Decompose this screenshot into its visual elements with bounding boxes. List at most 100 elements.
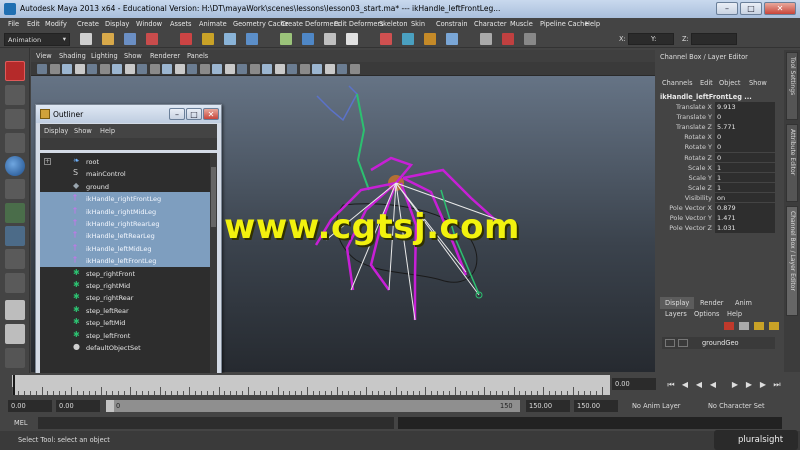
animation-start-field[interactable]: 0.00 [8, 400, 52, 412]
channel-row[interactable]: Pole Vector X 0.879 [657, 203, 775, 213]
selected-object-name[interactable]: ikHandle_leftFrontLeg ... [660, 93, 752, 101]
hypershade-icon[interactable] [502, 33, 514, 45]
step-back-key-icon[interactable]: ◀ [680, 380, 690, 390]
channel-row[interactable]: Scale Z1 [657, 182, 775, 193]
outliner-maximize-button[interactable]: □ [186, 108, 202, 120]
persp-outliner-layout-icon[interactable] [5, 324, 25, 344]
select-object-icon[interactable] [180, 33, 192, 45]
playback-end-field[interactable]: 150.00 [526, 400, 570, 412]
show-hide-panel-icon[interactable] [524, 33, 536, 45]
snap-curve-icon[interactable] [246, 33, 258, 45]
menu-set-dropdown[interactable]: Animation ▾ [4, 33, 70, 46]
play-forwards-icon[interactable]: ▶ [730, 380, 740, 390]
input-ops-icon[interactable] [346, 33, 358, 45]
select-tool-icon[interactable] [5, 61, 25, 81]
outliner-scrollbar[interactable] [210, 153, 217, 375]
channel-row[interactable]: Pole Vector Y 1.471 [657, 213, 775, 223]
channel-menu-object[interactable]: Object [719, 79, 740, 87]
layer-menu-help[interactable]: Help [727, 310, 742, 318]
new-layer-icon[interactable] [724, 322, 734, 330]
channel-row[interactable]: Scale X1 [657, 162, 775, 173]
soft-mod-tool-icon[interactable] [5, 226, 25, 246]
menu-create-deformers[interactable]: Create Deformers [281, 20, 340, 28]
outliner-item[interactable]: SmainControl [40, 167, 210, 179]
channel-menu-show[interactable]: Show [749, 79, 767, 87]
select-hierarchy-icon[interactable] [146, 33, 158, 45]
menu-file[interactable]: File [8, 20, 19, 28]
channel-value[interactable]: 1.031 [715, 223, 775, 233]
outliner-item[interactable]: ✱ step_rightMid [40, 279, 210, 291]
close-button[interactable]: ✕ [764, 2, 796, 15]
channel-value[interactable]: 1 [715, 162, 775, 173]
snap-grid-icon[interactable] [224, 33, 236, 45]
channel-row[interactable]: Rotate Y0 [657, 142, 775, 152]
snap-surface-icon[interactable] [302, 33, 314, 45]
channel-row[interactable]: Translate X 9.913 [657, 102, 775, 112]
outliner-menu-display[interactable]: Display [44, 127, 68, 135]
select-component-icon[interactable] [202, 33, 214, 45]
menu-assets[interactable]: Assets [170, 20, 191, 28]
lasso-tool-icon[interactable] [5, 85, 25, 105]
time-ruler[interactable] [12, 375, 610, 395]
outliner-item[interactable]: ✱ step_leftFront [40, 329, 210, 341]
single-perspective-layout-icon[interactable] [5, 273, 25, 293]
outliner-item[interactable]: ✱ step_rightRear [40, 291, 210, 303]
outliner-item[interactable]: ● defaultObjectSet [40, 341, 210, 353]
outliner-item[interactable]: ✱ step_rightFront [40, 267, 210, 279]
graph-editor-layout-icon[interactable] [5, 348, 25, 368]
outliner-item[interactable]: † ikHandle_leftMidLeg [40, 241, 210, 255]
outliner-scroll-thumb[interactable] [211, 167, 216, 227]
layer-menu-layers[interactable]: Layers [665, 310, 687, 318]
channel-value[interactable]: 1 [715, 172, 775, 183]
layer-tab-render[interactable]: Render [695, 297, 728, 309]
channel-row[interactable]: Visibility on [657, 192, 775, 203]
channel-value[interactable]: 1.471 [715, 213, 775, 223]
channel-value[interactable]: 9.913 [715, 102, 775, 112]
go-to-start-icon[interactable]: ⏮ [666, 380, 676, 390]
channel-row[interactable]: Translate Z 5.771 [657, 122, 775, 132]
playback-start-field[interactable]: 0.00 [56, 400, 100, 412]
channel-value[interactable]: 0.879 [715, 203, 775, 213]
channel-row[interactable]: Rotate X0 [657, 132, 775, 142]
anim-layer-dropdown[interactable]: No Anim Layer [632, 402, 681, 410]
outliner-menu-help[interactable]: Help [100, 127, 115, 135]
tab-attribute-editor[interactable]: Attribute Editor [786, 124, 798, 202]
tab-channel-box[interactable]: Channel Box / Layer Editor [786, 206, 798, 316]
new-layer-selected-icon[interactable] [739, 322, 749, 330]
last-tool-icon[interactable] [5, 249, 25, 269]
menu-animate[interactable]: Animate [199, 20, 227, 28]
layer-options-icon[interactable] [754, 322, 764, 330]
outliner-item[interactable]: † ikHandle_rightRearLeg [40, 217, 210, 230]
channel-row[interactable]: Translate Y0 [657, 112, 775, 122]
mel-label[interactable]: MEL [14, 419, 28, 427]
channel-row[interactable]: Rotate Z0 [657, 152, 775, 163]
layer-tab-display[interactable]: Display [660, 297, 695, 309]
construction-history-icon[interactable] [402, 33, 414, 45]
menu-pipeline-cache[interactable]: Pipeline Cache [540, 20, 588, 28]
outliner-window[interactable]: Outliner – □ ✕ Display Show Help + ❧ root S… [35, 104, 222, 378]
character-set-dropdown[interactable]: No Character Set [708, 402, 765, 410]
command-input[interactable] [38, 417, 394, 429]
channel-row[interactable]: Pole Vector Z 1.031 [657, 223, 775, 233]
channel-menu-channels[interactable]: Channels [662, 79, 693, 87]
menu-display[interactable]: Display [105, 20, 129, 28]
range-bar[interactable]: 0 150 [106, 400, 520, 412]
menu-create[interactable]: Create [77, 20, 99, 28]
channel-value[interactable]: on [715, 192, 775, 203]
outliner-close-button[interactable]: ✕ [203, 108, 219, 120]
z-field[interactable] [691, 33, 737, 45]
four-view-layout-icon[interactable] [5, 300, 25, 320]
minimize-button[interactable]: – [716, 2, 738, 15]
outliner-minimize-button[interactable]: – [169, 108, 185, 120]
snap-point-icon[interactable] [280, 33, 292, 45]
layer-color-icon[interactable] [769, 322, 779, 330]
new-scene-icon[interactable] [80, 33, 92, 45]
layer-type-toggle[interactable] [678, 339, 688, 347]
channel-value[interactable]: 0 [715, 142, 775, 152]
outliner-filter-field[interactable] [40, 138, 217, 150]
outliner-item[interactable]: † ikHandle_leftFrontLeg [40, 254, 210, 267]
layer-tab-anim[interactable]: Anim [730, 297, 757, 309]
menu-modify[interactable]: Modify [45, 20, 67, 28]
outliner-list[interactable]: + ❧ root SmainControl ◆ ground † ikHandle_right… [40, 153, 210, 375]
outliner-item[interactable]: ◆ ground [40, 180, 210, 192]
